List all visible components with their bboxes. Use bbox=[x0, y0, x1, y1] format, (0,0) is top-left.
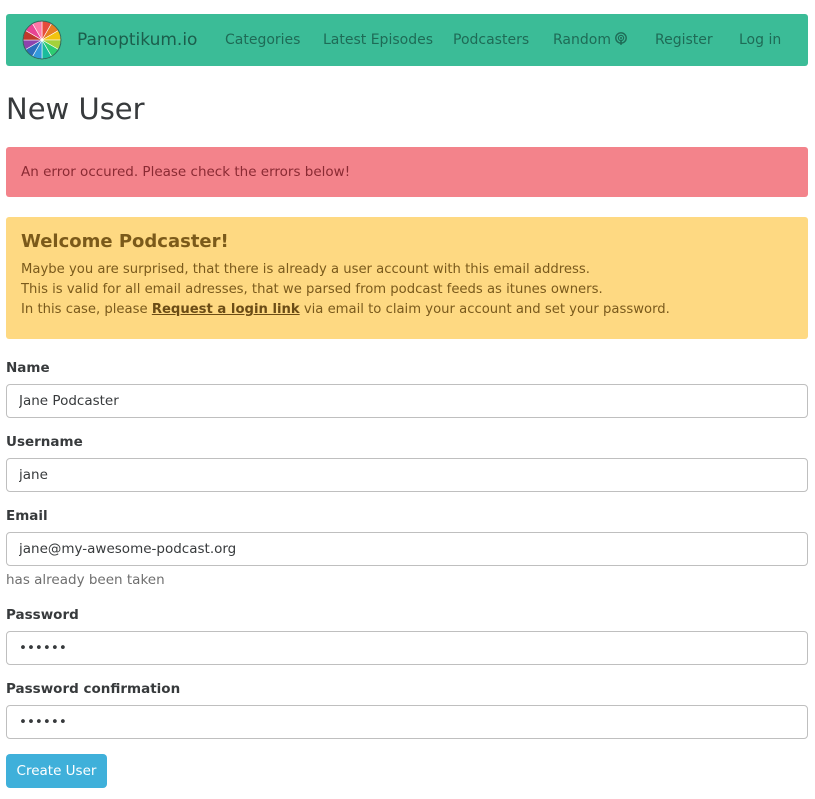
email-label: Email bbox=[6, 508, 48, 524]
email-input[interactable] bbox=[6, 532, 808, 566]
page-title: New User bbox=[6, 92, 145, 126]
welcome-line-1: Maybe you are surprised, that there is a… bbox=[21, 262, 590, 277]
create-user-button[interactable]: Create User bbox=[6, 754, 107, 788]
error-alert: An error occured. Please check the error… bbox=[6, 147, 808, 197]
nav-latest-episodes[interactable]: Latest Episodes bbox=[323, 14, 433, 66]
nav-random-label: Random bbox=[553, 32, 611, 48]
email-error-text: has already been taken bbox=[6, 572, 165, 588]
welcome-line-3: In this case, please Request a login lin… bbox=[21, 300, 793, 320]
nav-podcasters[interactable]: Podcasters bbox=[453, 14, 529, 66]
podcast-icon bbox=[615, 32, 627, 45]
password-input[interactable] bbox=[6, 631, 808, 665]
welcome-line-2: This is valid for all email adresses, th… bbox=[21, 282, 603, 297]
username-label: Username bbox=[6, 434, 83, 450]
color-wheel-logo-icon[interactable] bbox=[22, 20, 62, 60]
password-label: Password bbox=[6, 607, 79, 623]
name-label: Name bbox=[6, 360, 50, 376]
brand-link[interactable]: Panoptikum.io bbox=[77, 14, 197, 66]
request-login-link[interactable]: Request a login link bbox=[152, 302, 300, 317]
password-confirmation-label: Password confirmation bbox=[6, 681, 181, 697]
welcome-heading: Welcome Podcaster! bbox=[21, 231, 229, 252]
password-confirmation-input[interactable] bbox=[6, 705, 808, 739]
nav-register[interactable]: Register bbox=[655, 14, 713, 66]
nav-log-in[interactable]: Log in bbox=[739, 14, 781, 66]
welcome-line-3-prefix: In this case, please bbox=[21, 302, 152, 317]
navbar: Panoptikum.io Categories Latest Episodes… bbox=[6, 14, 808, 66]
name-input[interactable] bbox=[6, 384, 808, 418]
welcome-alert: Welcome Podcaster! Maybe you are surpris… bbox=[6, 217, 808, 339]
username-input[interactable] bbox=[6, 458, 808, 492]
nav-random[interactable]: Random bbox=[553, 14, 628, 66]
welcome-line-3-suffix: via email to claim your account and set … bbox=[299, 302, 670, 317]
nav-categories[interactable]: Categories bbox=[225, 14, 300, 66]
